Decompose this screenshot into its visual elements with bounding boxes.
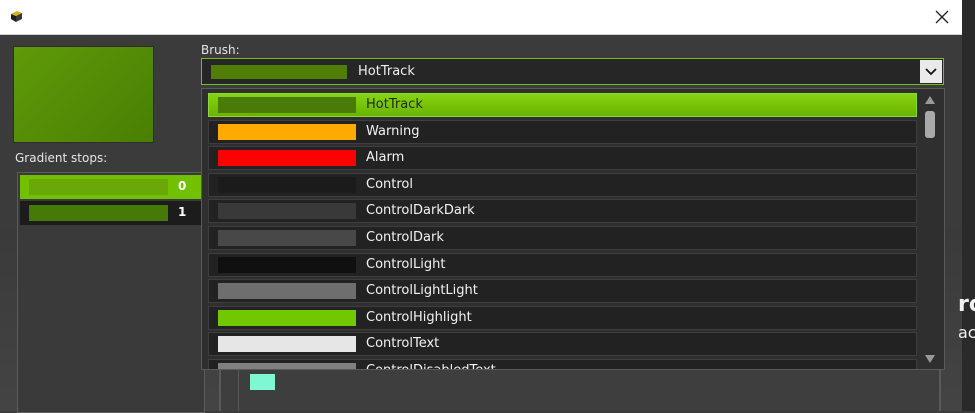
brush-color-swatch bbox=[218, 97, 356, 113]
gradient-preview bbox=[13, 46, 154, 143]
brush-color-swatch bbox=[218, 363, 356, 369]
brush-list-item[interactable]: Warning bbox=[208, 119, 917, 144]
stop-color-swatch bbox=[29, 179, 168, 195]
brush-color-swatch bbox=[218, 123, 356, 140]
brush-color-swatch bbox=[218, 150, 356, 167]
background-color-swatch bbox=[250, 374, 275, 390]
brush-color-swatch bbox=[218, 336, 356, 353]
brush-name: ControlDisabledText bbox=[366, 363, 496, 369]
brush-list-item[interactable]: HotTrack bbox=[208, 93, 917, 117]
background-window-edge bbox=[962, 0, 975, 411]
scroll-down-icon[interactable] bbox=[925, 355, 935, 363]
background-text-2: ac bbox=[958, 323, 975, 342]
background-text: ro bbox=[958, 292, 975, 317]
stop-offset: 0 bbox=[178, 179, 187, 193]
close-icon bbox=[935, 10, 949, 24]
brush-list-item[interactable]: ControlHighlight bbox=[208, 305, 917, 330]
brush-label: Brush: bbox=[201, 43, 240, 57]
stop-offset: 1 bbox=[178, 205, 187, 219]
brush-name: ControlLight bbox=[366, 256, 446, 272]
brush-combobox[interactable]: HotTrack bbox=[201, 58, 944, 85]
brush-list-item[interactable]: Control bbox=[208, 172, 917, 197]
brush-color-swatch bbox=[218, 283, 356, 300]
app-box-icon bbox=[11, 11, 22, 22]
brush-selected-name: HotTrack bbox=[358, 64, 415, 79]
brush-color-swatch bbox=[218, 256, 356, 273]
brush-list-item[interactable]: ControlDisabledText bbox=[208, 359, 917, 369]
brush-name: HotTrack bbox=[366, 97, 423, 112]
brush-color-swatch bbox=[218, 176, 356, 193]
brush-name: ControlDarkDark bbox=[366, 203, 475, 219]
brush-name: ControlText bbox=[366, 336, 440, 352]
gradient-stop-row[interactable]: 0 bbox=[20, 175, 204, 199]
brush-list-item[interactable]: ControlDarkDark bbox=[208, 199, 917, 224]
close-button[interactable] bbox=[922, 0, 962, 34]
scrollbar-thumb[interactable] bbox=[925, 111, 935, 138]
brush-color-swatch bbox=[211, 65, 347, 79]
brush-name: Warning bbox=[366, 123, 420, 139]
dropdown-toggle[interactable] bbox=[920, 60, 942, 83]
brush-name: ControlDark bbox=[366, 230, 444, 245]
scroll-up-icon[interactable] bbox=[925, 96, 935, 104]
scrollbar[interactable] bbox=[921, 91, 939, 367]
stop-color-swatch bbox=[29, 205, 168, 221]
brush-name: ControlLightLight bbox=[366, 283, 478, 299]
title-bar bbox=[0, 0, 962, 35]
brush-list-item[interactable]: ControlLight bbox=[208, 252, 917, 277]
brush-list-item[interactable]: ControlLightLight bbox=[208, 279, 917, 304]
brush-color-swatch bbox=[218, 309, 356, 326]
gradient-stop-row[interactable]: 1 bbox=[20, 201, 204, 225]
brush-color-swatch bbox=[218, 230, 356, 246]
brush-list-item[interactable]: Alarm bbox=[208, 146, 917, 171]
brush-name: ControlHighlight bbox=[366, 309, 472, 325]
brush-name: Control bbox=[366, 176, 413, 192]
chevron-down-icon bbox=[925, 67, 937, 75]
brush-list-item[interactable]: ControlText bbox=[208, 332, 917, 357]
brush-dropdown-list[interactable]: HotTrack Warning Alarm Control ControlDarkDa… bbox=[201, 88, 945, 370]
brush-color-swatch bbox=[218, 203, 356, 220]
gradient-stops-list[interactable]: 0 1 bbox=[17, 172, 205, 413]
brush-name: Alarm bbox=[366, 150, 405, 166]
brush-list-item[interactable]: ControlDark bbox=[208, 226, 917, 250]
gradient-stops-label: Gradient stops: bbox=[15, 151, 108, 165]
